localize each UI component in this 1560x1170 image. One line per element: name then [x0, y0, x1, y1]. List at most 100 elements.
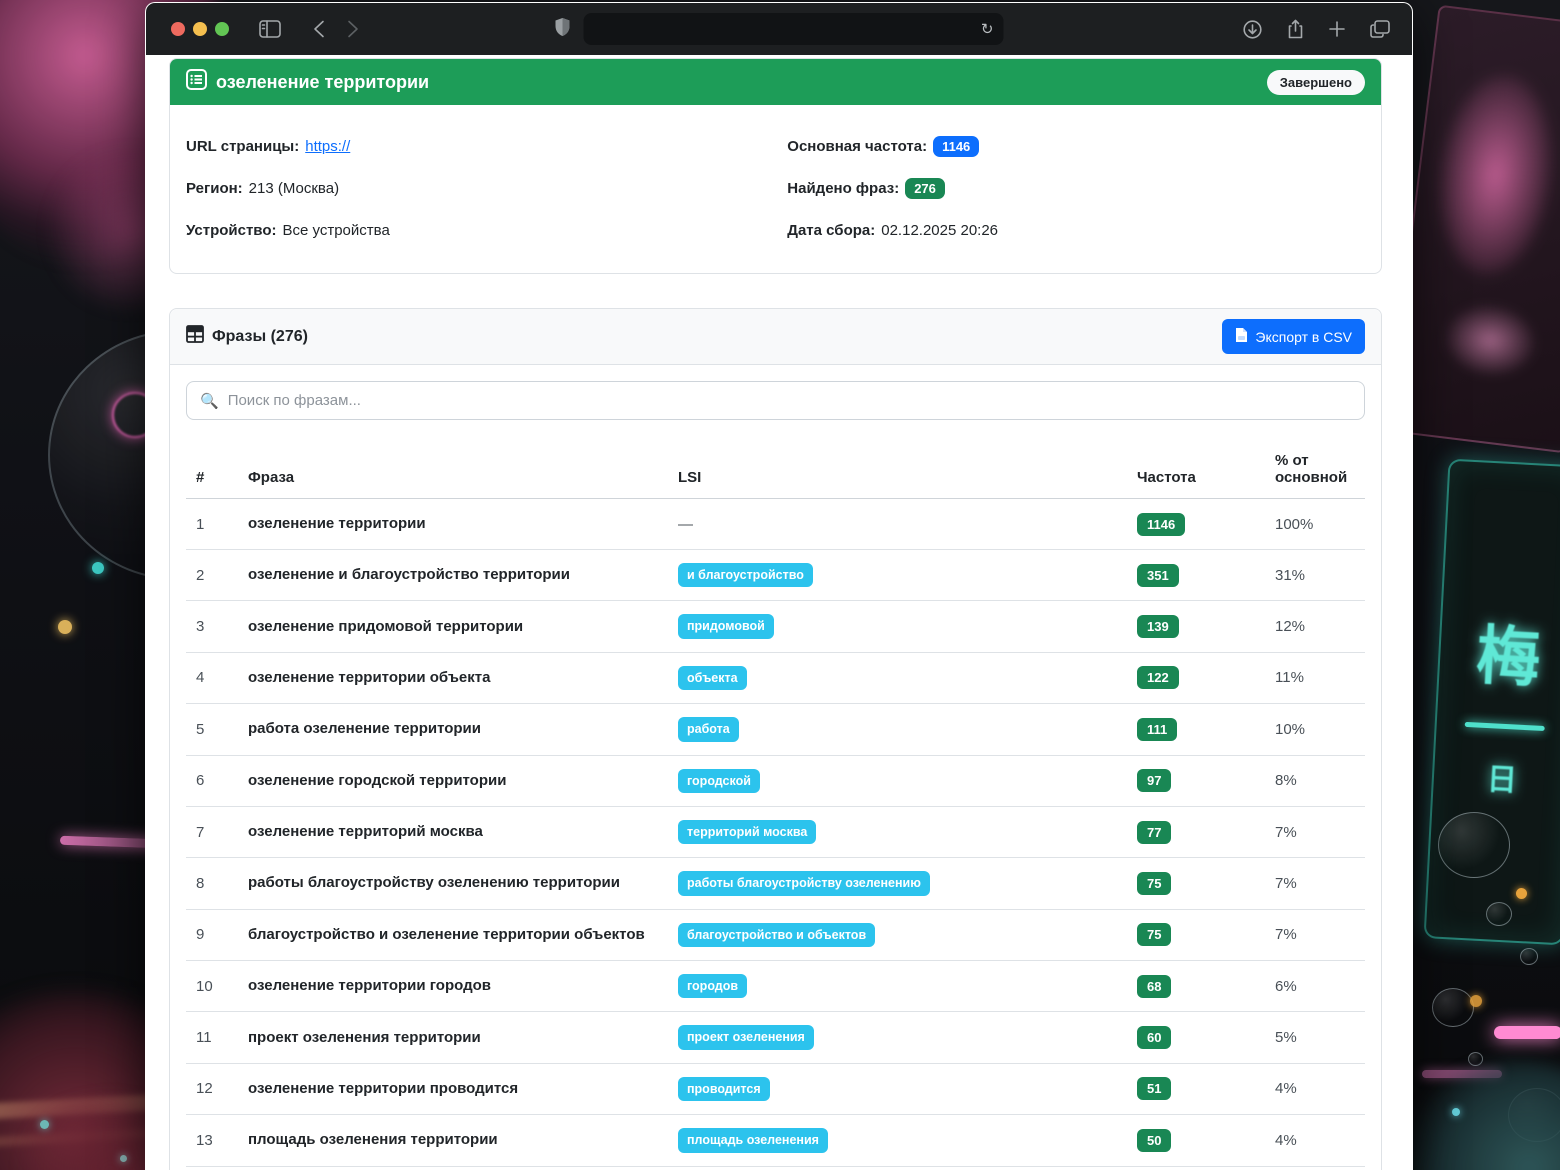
phrases-title-wrap: Фразы (276) [186, 325, 308, 348]
neon-glyph-small: 日 [1486, 762, 1518, 798]
page-url-link[interactable]: https:// [305, 138, 350, 155]
privacy-shield-icon[interactable] [555, 17, 571, 42]
neon-stroke [1464, 721, 1545, 731]
frequency-badge: 50 [1137, 1128, 1172, 1152]
back-icon[interactable] [313, 20, 325, 38]
phrase-text: проект озеленения территории [238, 1011, 668, 1064]
minimize-window-button[interactable] [193, 22, 207, 36]
lsi-badge: благоустройство и объектов [678, 922, 876, 947]
lsi-cell: — [668, 498, 1127, 550]
neon-glyph: 梅 [1474, 618, 1543, 695]
table-row: 5 работа озеленение территории работа 111 10… [186, 703, 1365, 756]
forward-icon[interactable] [347, 20, 359, 38]
report-header: озеленение территории Завершено [170, 59, 1381, 105]
info-base-frequency: Основная частота: 1146 [787, 135, 1365, 157]
info-region-value: 213 (Москва) [248, 179, 340, 197]
table-row: 6 озеленение городской территории городско… [186, 755, 1365, 807]
frequency-cell: 50 [1127, 1114, 1265, 1167]
lsi-cell: площадь озеленения [668, 1114, 1127, 1167]
percent-of-base: 31% [1265, 549, 1365, 602]
row-number: 8 [186, 857, 238, 910]
lsi-cell: городов [668, 960, 1127, 1013]
share-icon[interactable] [1287, 19, 1304, 39]
new-tab-icon[interactable] [1329, 21, 1345, 37]
status-badge: Завершено [1266, 69, 1365, 95]
phrase-text: озеленение территории ответы [238, 1166, 668, 1170]
browser-window: ↻ озеленение территории Завершено URL ст… [145, 2, 1413, 1170]
percent-of-base: 4% [1265, 1114, 1365, 1167]
phrase-text: озеленение территории городов [238, 960, 668, 1013]
row-number: 10 [186, 960, 238, 1013]
info-device: Устройство: Все устройства [186, 222, 787, 239]
search-input[interactable] [227, 392, 1351, 409]
phrase-text: работа озеленение территории [238, 703, 668, 756]
phrases-header: Фразы (276) Экспорт в CSV [170, 309, 1381, 365]
column-header-phrase: Фраза [238, 444, 668, 499]
row-number: 6 [186, 755, 238, 807]
lsi-badge: объекта [678, 665, 747, 691]
info-url-label: URL страницы: [186, 137, 300, 155]
phrase-text: озеленение и благоустройство территории [238, 549, 668, 602]
bubble [1468, 1052, 1483, 1066]
frequency-badge: 60 [1137, 1026, 1172, 1050]
lsi-badge: проводится [678, 1076, 770, 1102]
phrases-card: Фразы (276) Экспорт в CSV 🔍 Поиск по фра… [169, 308, 1382, 1170]
lsi-badge: придомовой [678, 614, 774, 639]
zoom-window-button[interactable] [215, 22, 229, 36]
export-csv-label: Экспорт в CSV [1255, 328, 1352, 345]
address-bar[interactable] [583, 13, 1004, 45]
frequency-cell: 48 [1127, 1166, 1265, 1170]
column-header-lsi: LSI [668, 444, 1127, 499]
info-found-phrases: Найдено фраз: 276 [787, 177, 1365, 199]
reload-icon[interactable]: ↻ [981, 20, 994, 38]
percent-of-base: 6% [1265, 960, 1365, 1013]
row-number: 9 [186, 909, 238, 962]
row-number: 14 [186, 1166, 238, 1170]
lsi-cell: работа [668, 703, 1127, 756]
tab-overview-icon[interactable] [1370, 20, 1390, 38]
lsi-badge: городов [678, 974, 748, 999]
page-title-wrap: озеленение территории [186, 69, 429, 95]
export-csv-button[interactable]: Экспорт в CSV [1222, 319, 1365, 354]
frequency-badge: 75 [1137, 923, 1172, 947]
web-page: озеленение территории Завершено URL стра… [146, 55, 1412, 1170]
table-row: 10 озеленение территории городов городов 68… [186, 960, 1365, 1013]
orange-glow-dot [1516, 888, 1527, 899]
phrases-body: 🔍 # Фраза LSI Частота % от основной 1озе… [170, 365, 1381, 1170]
downloads-icon[interactable] [1243, 19, 1262, 39]
table-row: 2 озеленение и благоустройство территории… [186, 549, 1365, 602]
row-number: 3 [186, 600, 238, 653]
row-number: 2 [186, 549, 238, 602]
lsi-cell: территорий москва [668, 806, 1127, 859]
percent-of-base: 11% [1265, 652, 1365, 705]
percent-of-base: 7% [1265, 857, 1365, 910]
pink-neon-tube [1494, 1026, 1560, 1039]
lsi-badge: площадь озеленения [678, 1128, 828, 1153]
percent-of-base: 4% [1265, 1166, 1365, 1170]
lsi-badge: городской [678, 768, 760, 793]
frequency-badge: 77 [1137, 820, 1172, 844]
frequency-cell: 75 [1127, 857, 1265, 910]
info-region: Регион: 213 (Москва) [186, 180, 787, 197]
lsi-cell: проект озеленения [668, 1011, 1127, 1064]
percent-of-base: 5% [1265, 1011, 1365, 1064]
frequency-cell: 77 [1127, 806, 1265, 859]
phrases-table-head: # Фраза LSI Частота % от основной [186, 444, 1365, 499]
table-row: 1 озеленение территории — 1146 100% [186, 498, 1365, 550]
teal-sparkle [40, 1120, 49, 1129]
list-card-icon [186, 69, 207, 95]
phrase-text: озеленение территорий москва [238, 806, 668, 859]
table-row: 9 благоустройство и озеленение территории… [186, 909, 1365, 962]
close-window-button[interactable] [171, 22, 185, 36]
phrases-table: # Фраза LSI Частота % от основной 1 озеле… [186, 444, 1365, 1170]
phrases-table-body: 1 озеленение территории —1146 100% 2 озеленен… [186, 498, 1365, 1170]
frequency-badge: 139 [1137, 615, 1179, 639]
file-csv-icon [1235, 327, 1248, 346]
percent-of-base: 7% [1265, 909, 1365, 962]
percent-of-base: 100% [1265, 498, 1365, 550]
sidebar-toggle-icon[interactable] [259, 20, 281, 38]
lsi-cell: благоустройство и объектов [668, 909, 1127, 962]
phrase-text: площадь озеленения территории [238, 1114, 668, 1167]
row-number: 1 [186, 498, 238, 550]
orange-glow-dot-2 [1470, 995, 1482, 1007]
